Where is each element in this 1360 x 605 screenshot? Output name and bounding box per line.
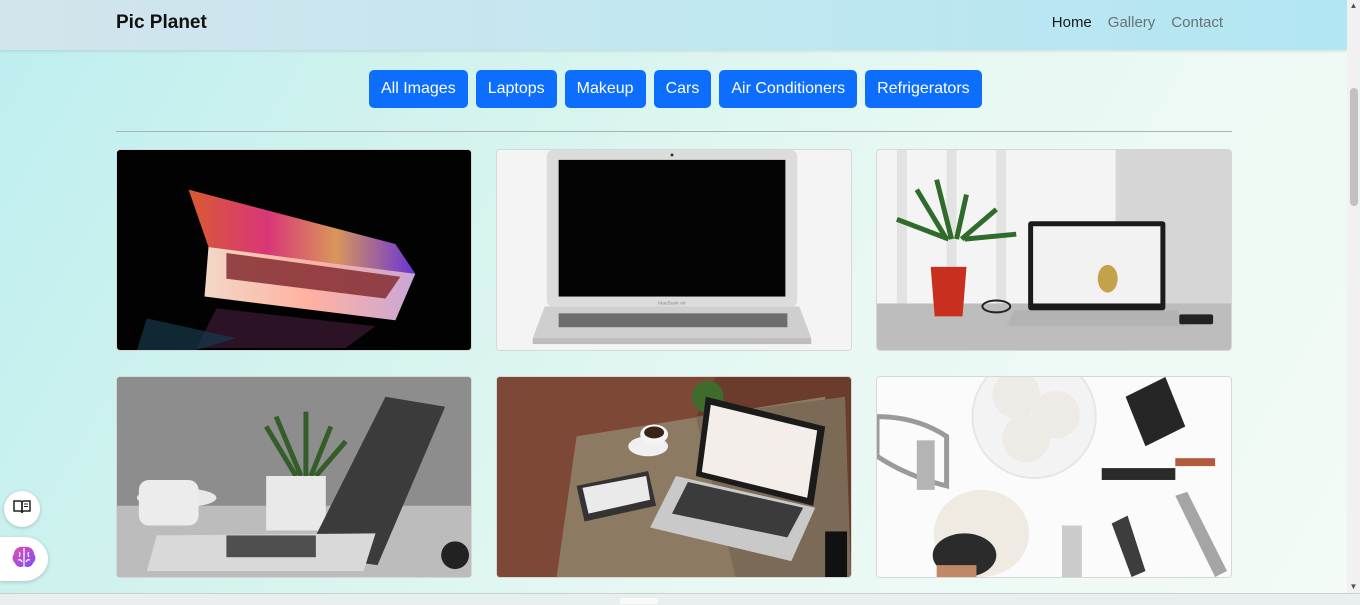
brand-logo[interactable]: Pic Planet: [116, 12, 207, 34]
scroll-up-arrow-icon[interactable]: ▲: [1347, 0, 1360, 12]
gallery-image-laptop-wood-table[interactable]: [496, 376, 852, 578]
book-icon: [13, 499, 31, 519]
filter-air-conditioners-button[interactable]: Air Conditioners: [719, 70, 858, 108]
gallery-image-laptop-neon[interactable]: [116, 149, 472, 351]
laptop-neon-image: [117, 150, 471, 350]
nav-links: Home Gallery Contact: [1052, 14, 1223, 31]
filter-laptops-button[interactable]: Laptops: [475, 70, 557, 108]
svg-text:MacBook Air: MacBook Air: [658, 300, 686, 306]
vertical-scrollbar[interactable]: ▲ ▼: [1347, 0, 1360, 593]
filter-all-images-button[interactable]: All Images: [369, 70, 468, 108]
filter-bar: All Images Laptops Makeup Cars Air Condi…: [369, 70, 982, 108]
brain-icon: [11, 545, 37, 574]
filter-cars-button[interactable]: Cars: [653, 70, 712, 108]
gallery-image-laptop-white[interactable]: MacBook Air: [496, 149, 852, 351]
scroll-down-arrow-icon[interactable]: ▼: [1347, 581, 1360, 593]
nav-link-gallery[interactable]: Gallery: [1108, 14, 1156, 31]
gallery-image-makeup-brushes[interactable]: [876, 376, 1232, 578]
ai-assistant-button[interactable]: [0, 537, 48, 581]
reader-mode-button[interactable]: [4, 491, 40, 527]
navbar: Pic Planet Home Gallery Contact: [0, 0, 1347, 50]
laptop-white-image: MacBook Air: [497, 150, 851, 350]
makeup-brushes-image: [877, 377, 1231, 577]
gallery-image-laptop-mug[interactable]: [116, 376, 472, 578]
gallery-image-laptop-desk-plant[interactable]: [876, 149, 1232, 351]
laptop-mug-image: [117, 377, 471, 577]
filter-refrigerators-button[interactable]: Refrigerators: [865, 70, 982, 108]
filter-makeup-button[interactable]: Makeup: [564, 70, 646, 108]
divider: [116, 131, 1232, 132]
bottom-bar: [0, 593, 1360, 605]
nav-link-home[interactable]: Home: [1052, 14, 1092, 31]
gallery-grid: MacBook Air: [116, 149, 1232, 578]
nav-link-contact[interactable]: Contact: [1171, 14, 1223, 31]
scroll-thumb[interactable]: [1350, 88, 1358, 206]
bottom-bar-handle[interactable]: [620, 598, 658, 604]
laptop-desk-plant-image: [877, 150, 1231, 350]
laptop-wood-table-image: [497, 377, 851, 577]
